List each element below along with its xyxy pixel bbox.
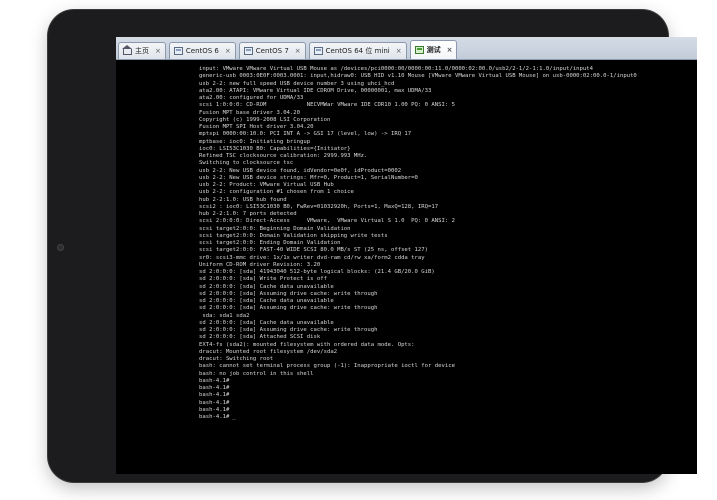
vmware-window: 主页 × CentOS 6 × CentOS 7 × CentOS 64 位 m… xyxy=(116,37,697,474)
camera-dot xyxy=(57,244,64,251)
console-line: usb 2-2: new full speed USB device numbe… xyxy=(199,80,395,87)
console-line: sd 2:0:0:0: [sda] Cache data unavailable xyxy=(199,298,334,304)
console-line: sd 2:0:0:0: [sda] Attached SCSI disk xyxy=(199,334,321,341)
console-line: sd 2:0:0:0: [sda] Cache data unavailable xyxy=(199,283,334,290)
console-line: bash: no job control in this shell xyxy=(199,370,314,377)
console-line: bash-4.1# xyxy=(199,385,230,391)
console-line: sd 2:0:0:0: [sda] Write Protect is off xyxy=(199,276,327,283)
console-line: scsi2 : ioc0: LSI53C1030 B0, FwRev=01032… xyxy=(199,203,439,210)
console-line: sd 2:0:0:0: [sda] Cache data unavailable xyxy=(199,319,334,326)
console-line: hub 2-2:1.0: 7 ports detected xyxy=(199,211,297,217)
console-line: sd 2:0:0:0: [sda] 41943040 512-byte logi… xyxy=(199,269,435,275)
console-line: EXT4-fs (sda2): mounted filesystem with … xyxy=(199,341,415,348)
console-line: bash-4.1# xyxy=(199,392,230,399)
console-line: bash: cannot set terminal process group … xyxy=(199,363,455,370)
console-line: sd 2:0:0:0: [sda] Assuming drive cache: … xyxy=(199,327,378,333)
close-icon[interactable]: × xyxy=(295,47,301,55)
console-line: Fusion MPT base driver 3.04.20 xyxy=(199,109,301,116)
vm-icon xyxy=(313,47,323,55)
console-line: usb 2-2: Product: VMware Virtual USB Hub xyxy=(199,182,334,188)
console-line: mptspi 0000:00:10.0: PCI INT A -> GSI 17… xyxy=(199,131,412,138)
console-line: mptbase: ioc0: Initiating bringup xyxy=(199,138,311,145)
vm-console[interactable]: input: VMware VMware Virtual USB Mouse a… xyxy=(116,61,697,474)
console-line: ioc0: LSI53C1030 B0: Capabilities={Initi… xyxy=(199,145,351,152)
close-icon[interactable]: × xyxy=(155,47,161,55)
console-line: scsi target2:0:0: Beginning Domain Valid… xyxy=(199,225,351,232)
console-line: usb 2-2: configuration #1 chosen from 1 … xyxy=(199,189,354,196)
console-line: usb 2-2: New USB device strings: Mfr=0, … xyxy=(199,174,418,181)
tab-bar: 主页 × CentOS 6 × CentOS 7 × CentOS 64 位 m… xyxy=(116,37,697,60)
tab-home[interactable]: 主页 × xyxy=(118,42,166,59)
close-icon[interactable]: × xyxy=(396,47,402,55)
console-line: Uniform CD-ROM driver Revision: 3.20 xyxy=(199,261,321,268)
tab-label: CentOS 64 位 mini xyxy=(325,47,390,55)
vm-running-icon xyxy=(414,46,424,54)
console-line: scsi target2:0:0: FAST-40 WIDE SCSI 80.0… xyxy=(199,247,429,254)
console-line: sd 2:0:0:0: [sda] Assuming drive cache: … xyxy=(199,290,378,297)
tab-label: 测试 xyxy=(426,46,441,54)
tablet-frame: 主页 × CentOS 6 × CentOS 7 × CentOS 64 位 m… xyxy=(48,10,697,482)
console-line: Fusion MPT SPI Host driver 3.04.20 xyxy=(199,124,314,130)
console-line: bash-4.1# xyxy=(199,399,230,406)
home-icon xyxy=(122,45,132,55)
console-line: sd 2:0:0:0: [sda] Assuming drive cache: … xyxy=(199,305,378,312)
tab-centos-64-mini[interactable]: CentOS 64 位 mini × xyxy=(308,42,407,59)
console-line: usb 2-2: New USB device found, idVendor=… xyxy=(199,167,402,174)
console-line: Switching to clocksource tsc xyxy=(199,160,294,167)
close-icon[interactable]: × xyxy=(225,47,231,55)
console-line: bash-4.1# xyxy=(199,406,230,413)
console-line: sr0: scsi3-mmc drive: 1x/1x writer dvd-r… xyxy=(199,254,425,261)
vm-icon xyxy=(173,47,183,55)
console-output: input: VMware VMware Virtual USB Mouse a… xyxy=(199,66,694,421)
vm-icon xyxy=(243,47,253,55)
console-line: scsi target2:0:0: Domain Validation skip… xyxy=(199,232,388,239)
tab-label: CentOS 7 xyxy=(255,47,289,55)
console-line: scsi target2:0:0: Ending Domain Validati… xyxy=(199,240,341,246)
tab-centos-6[interactable]: CentOS 6 × xyxy=(168,42,236,59)
console-line: sda: sda1 sda2 xyxy=(199,312,250,319)
tab-test[interactable]: 测试 × xyxy=(409,40,458,59)
tab-label: CentOS 6 xyxy=(185,47,219,55)
close-icon[interactable]: × xyxy=(447,46,453,54)
console-line: hub 2-2:1.0: USB hub found xyxy=(199,196,287,203)
console-line: bash-4.1# xyxy=(199,377,230,384)
console-line: input: VMware VMware Virtual USB Mouse a… xyxy=(199,66,594,72)
console-line: Refined TSC clocksource calibration: 299… xyxy=(199,153,368,159)
console-line: generic-usb 0003:0E0F:0003.0001: input,h… xyxy=(199,73,637,80)
tab-label: 主页 xyxy=(135,47,149,55)
console-line: ata2.00: configured for UDMA/33 xyxy=(199,95,304,101)
console-line: dracut: Mounted root filesystem /dev/sda… xyxy=(199,348,338,355)
console-line: dracut: Switching root xyxy=(199,356,274,362)
console-line: scsi 1:0:0:0: CD-ROM NECVMWar VMware IDE… xyxy=(199,102,455,109)
console-line: ata2.00: ATAPI: VMware Virtual IDE CDROM… xyxy=(199,87,432,94)
console-line: bash-4.1# xyxy=(199,414,694,421)
tab-centos-7[interactable]: CentOS 7 × xyxy=(238,42,306,59)
console-line: Copyright (c) 1999-2008 LSI Corporation xyxy=(199,116,331,123)
console-line: scsi 2:0:0:0: Direct-Access VMware, VMwa… xyxy=(199,218,455,225)
